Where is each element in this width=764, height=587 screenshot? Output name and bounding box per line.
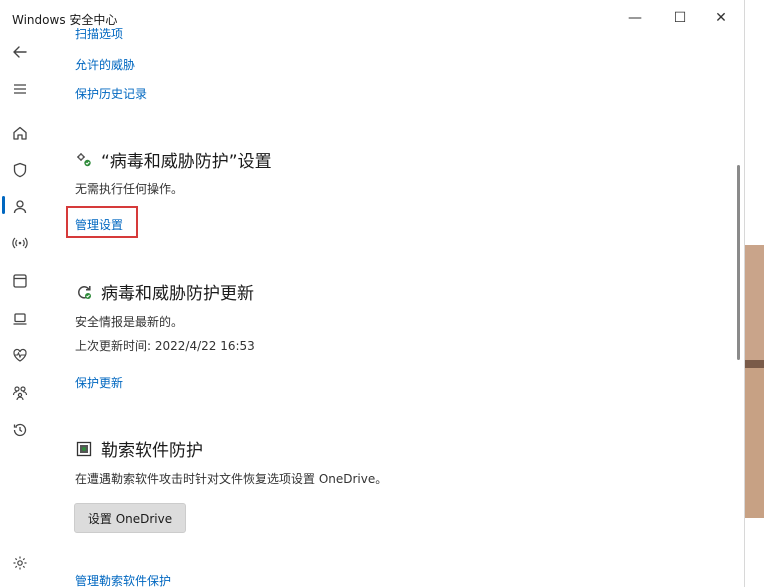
updates-section-title-text: 病毒和威胁防护更新	[101, 284, 254, 304]
network-icon[interactable]	[6, 229, 34, 257]
highlight-box	[66, 206, 138, 238]
scrollbar-thumb[interactable]	[737, 165, 740, 360]
security-center-window: Windows 安全中心 — ☐ ✕ 扫描选项 允许的威胁 保护历史记录 “病毒…	[0, 0, 745, 587]
menu-icon[interactable]	[6, 75, 34, 103]
updates-status-text: 安全情报是最新的。	[75, 315, 184, 329]
history-icon[interactable]	[6, 416, 34, 444]
back-icon[interactable]	[6, 38, 34, 66]
background-edge-photo-bottom	[745, 368, 764, 518]
protection-updates-link[interactable]: 保护更新	[75, 374, 123, 391]
background-edge-divider	[745, 360, 764, 368]
account-icon[interactable]	[6, 193, 34, 221]
settings-section-title: “病毒和威胁防护”设置	[75, 147, 272, 172]
sidebar	[0, 36, 44, 587]
setup-onedrive-button[interactable]: 设置 OneDrive	[74, 503, 186, 533]
settings-status-text: 无需执行任何操作。	[75, 182, 184, 196]
active-indicator	[2, 196, 5, 214]
shield-icon[interactable]	[6, 156, 34, 184]
home-icon[interactable]	[6, 119, 34, 147]
manage-ransomware-link[interactable]: 管理勒索软件保护	[75, 572, 171, 587]
app-browser-icon[interactable]	[6, 267, 34, 295]
ransomware-section-title-text: 勒索软件防护	[101, 441, 203, 461]
refresh-check-icon	[75, 283, 93, 301]
ransomware-section-title: 勒索软件防护	[75, 436, 203, 461]
settings-section-title-text: “病毒和威胁防护”设置	[101, 152, 272, 172]
gear-check-icon	[75, 151, 93, 169]
ransomware-icon	[75, 440, 93, 458]
health-icon[interactable]	[6, 341, 34, 369]
settings-icon[interactable]	[6, 549, 34, 577]
last-update-text: 上次更新时间: 2022/4/22 16:53	[75, 339, 255, 353]
protection-history-link[interactable]: 保护历史记录	[75, 85, 147, 102]
family-icon[interactable]	[6, 379, 34, 407]
scan-options-link[interactable]: 扫描选项	[75, 28, 123, 42]
device-security-icon[interactable]	[6, 305, 34, 333]
background-edge-photo-top	[745, 245, 764, 360]
main-content: 扫描选项 允许的威胁 保护历史记录 “病毒和威胁防护”设置 无需执行任何操作。 …	[44, 0, 744, 587]
ransomware-description: 在遭遇勒索软件攻击时针对文件恢复选项设置 OneDrive。	[75, 472, 388, 486]
allowed-threats-link[interactable]: 允许的威胁	[75, 56, 135, 73]
updates-section-title: 病毒和威胁防护更新	[75, 279, 254, 304]
